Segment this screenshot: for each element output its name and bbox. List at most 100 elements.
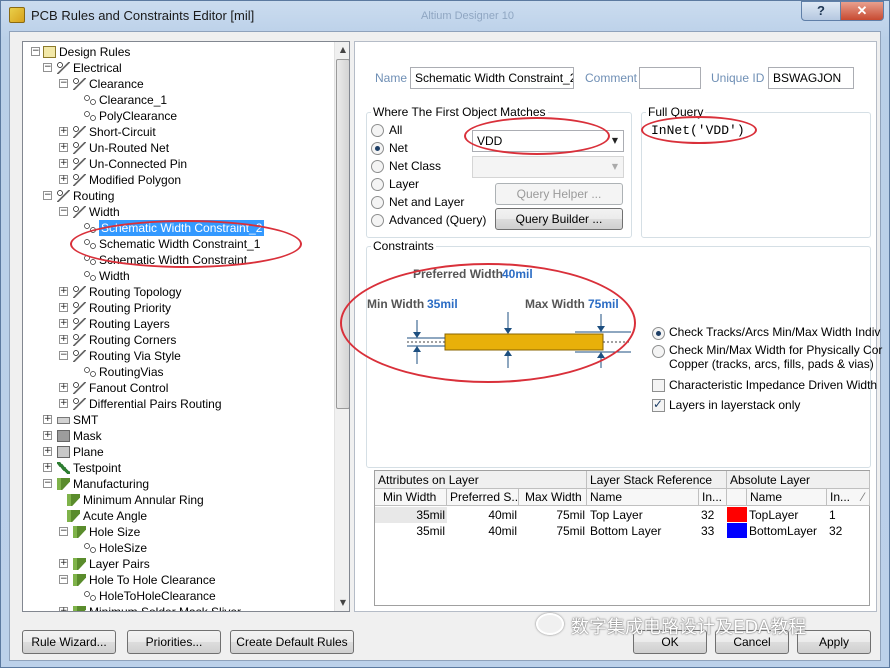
constraint-checkbox[interactable] — [652, 379, 665, 392]
tree-item[interactable]: − Hole To Hole Clearance — [59, 572, 323, 588]
collapse-icon[interactable]: − — [31, 47, 40, 56]
tree-item[interactable]: Minimum Annular Ring — [59, 492, 323, 508]
match-radio[interactable] — [371, 178, 384, 191]
expand-icon[interactable]: + — [59, 159, 68, 168]
table-cell-abs-name[interactable]: BottomLayer — [749, 523, 827, 539]
tree-item[interactable]: RoutingVias — [75, 364, 323, 380]
tree-item[interactable]: HoleSize — [75, 540, 323, 556]
tree-item[interactable]: + Layer Pairs — [59, 556, 323, 572]
match-radio[interactable] — [371, 142, 384, 155]
tree-item[interactable]: Width — [75, 268, 323, 284]
expand-icon[interactable]: + — [59, 175, 68, 184]
match-radio[interactable] — [371, 124, 384, 137]
tree-item[interactable]: + Minimum Solder Mask Sliver — [59, 604, 323, 611]
expand-icon[interactable]: + — [59, 303, 68, 312]
expand-icon[interactable]: + — [59, 383, 68, 392]
tree-item[interactable]: + Fanout Control — [59, 380, 323, 396]
scroll-thumb[interactable] — [336, 59, 349, 409]
max-width-value[interactable]: 75mil — [588, 297, 619, 311]
tree-item[interactable]: Schematic Width Constraint_1 — [75, 236, 323, 252]
width-check-radio[interactable] — [652, 345, 665, 358]
table-cell-min[interactable]: 35mil — [375, 523, 445, 539]
tree-item[interactable]: Acute Angle — [59, 508, 323, 524]
tree-item[interactable]: + Routing Layers — [59, 316, 323, 332]
net-combo[interactable]: VDD ▼ — [472, 130, 624, 152]
expand-icon[interactable]: + — [59, 319, 68, 328]
tree-item[interactable]: + Testpoint — [43, 460, 323, 476]
tree-item[interactable]: + Differential Pairs Routing — [59, 396, 323, 412]
expand-icon[interactable]: + — [59, 607, 68, 611]
table-cell-pref[interactable]: 40mil — [447, 523, 517, 539]
collapse-icon[interactable]: − — [59, 207, 68, 216]
match-radio[interactable] — [371, 160, 384, 173]
col-stack-name[interactable]: Name — [587, 489, 699, 506]
tree-root[interactable]: − Design Rules — [27, 44, 227, 60]
rule-name-input[interactable]: Schematic Width Constraint_2 — [410, 67, 574, 89]
tree-item[interactable]: Schematic Width Constraint_2 — [75, 220, 323, 236]
tree-item[interactable]: Schematic Width Constraint — [75, 252, 323, 268]
col-stack-index[interactable]: In... — [699, 489, 727, 506]
scroll-up-icon[interactable]: ▲ — [335, 42, 349, 58]
tree-item[interactable]: − Manufacturing — [43, 476, 323, 492]
close-button[interactable]: ✕ — [840, 1, 884, 21]
col-preferred-width[interactable]: Preferred S... — [447, 489, 521, 506]
scroll-down-icon[interactable]: ▼ — [335, 595, 349, 611]
chevron-down-icon[interactable]: ▼ — [607, 131, 623, 151]
tree-item[interactable]: + Routing Topology — [59, 284, 323, 300]
tree-item[interactable]: + SMT — [43, 412, 323, 428]
create-default-rules-button[interactable]: Create Default Rules — [230, 630, 354, 654]
collapse-icon[interactable]: − — [59, 575, 68, 584]
query-helper-button[interactable]: Query Helper ... — [495, 183, 623, 205]
tree-item[interactable]: − Clearance — [59, 76, 323, 92]
match-radio-label[interactable]: Layer — [389, 177, 419, 191]
table-cell-abs-name[interactable]: TopLayer — [749, 507, 827, 523]
table-cell-max[interactable]: 75mil — [519, 523, 585, 539]
tree-item[interactable]: + Routing Corners — [59, 332, 323, 348]
expand-icon[interactable]: + — [59, 143, 68, 152]
collapse-icon[interactable]: − — [43, 479, 52, 488]
expand-icon[interactable]: + — [59, 559, 68, 568]
expand-icon[interactable]: + — [43, 463, 52, 472]
match-radio-label[interactable]: Advanced (Query) — [389, 213, 486, 227]
title-bar[interactable]: PCB Rules and Constraints Editor [mil] A… — [1, 1, 889, 31]
tree-item[interactable]: − Routing Via Style — [59, 348, 323, 364]
match-radio-label[interactable]: Net — [389, 141, 408, 155]
tree-item[interactable]: + Routing Priority — [59, 300, 323, 316]
tree-item[interactable]: + Modified Polygon — [59, 172, 323, 188]
table-cell-pref[interactable]: 40mil — [447, 507, 517, 523]
table-cell-stack-name[interactable]: Bottom Layer — [590, 523, 698, 539]
table-cell-min[interactable]: 35mil — [375, 507, 445, 523]
tree-item[interactable]: + Short-Circuit — [59, 124, 323, 140]
match-radio[interactable] — [371, 214, 384, 227]
col-max-width[interactable]: Max Width — [519, 489, 587, 506]
expand-icon[interactable]: + — [43, 431, 52, 440]
expand-icon[interactable]: + — [59, 399, 68, 408]
layer-attributes-table[interactable]: Attributes on Layer Layer Stack Referenc… — [374, 470, 870, 606]
rules-tree[interactable]: − Design Rules − Electrical − Clearance Clea… — [22, 41, 350, 612]
tree-item[interactable]: PolyClearance — [75, 108, 323, 124]
collapse-icon[interactable]: − — [59, 527, 68, 536]
table-cell-abs-index[interactable]: 1 — [829, 507, 869, 523]
match-radio-label[interactable]: All — [389, 123, 402, 137]
col-abs-index[interactable]: In... ⁄ — [827, 489, 870, 506]
tree-item[interactable]: − Hole Size — [59, 524, 323, 540]
tree-item[interactable]: HoleToHoleClearance — [75, 588, 323, 604]
width-check-label[interactable]: Check Tracks/Arcs Min/Max Width Indiv — [669, 325, 880, 339]
collapse-icon[interactable]: − — [59, 79, 68, 88]
tree-scrollbar[interactable]: ▲ ▼ — [334, 42, 349, 611]
comment-input[interactable] — [639, 67, 701, 89]
match-radio[interactable] — [371, 196, 384, 209]
min-width-value[interactable]: 35mil — [427, 297, 458, 311]
table-cell-abs-index[interactable]: 32 — [829, 523, 869, 539]
expand-icon[interactable]: + — [59, 287, 68, 296]
chevron-down-icon[interactable]: ▼ — [607, 157, 623, 177]
tree-item[interactable]: − Routing — [43, 188, 323, 204]
collapse-icon[interactable]: − — [43, 191, 52, 200]
table-cell-max[interactable]: 75mil — [519, 507, 585, 523]
collapse-icon[interactable]: − — [43, 63, 52, 72]
tree-item[interactable]: − Electrical — [43, 60, 323, 76]
collapse-icon[interactable]: − — [59, 351, 68, 360]
unique-id-input[interactable]: BSWAGJON — [768, 67, 854, 89]
full-query-text[interactable]: InNet('VDD') — [651, 123, 745, 138]
expand-icon[interactable]: + — [59, 127, 68, 136]
